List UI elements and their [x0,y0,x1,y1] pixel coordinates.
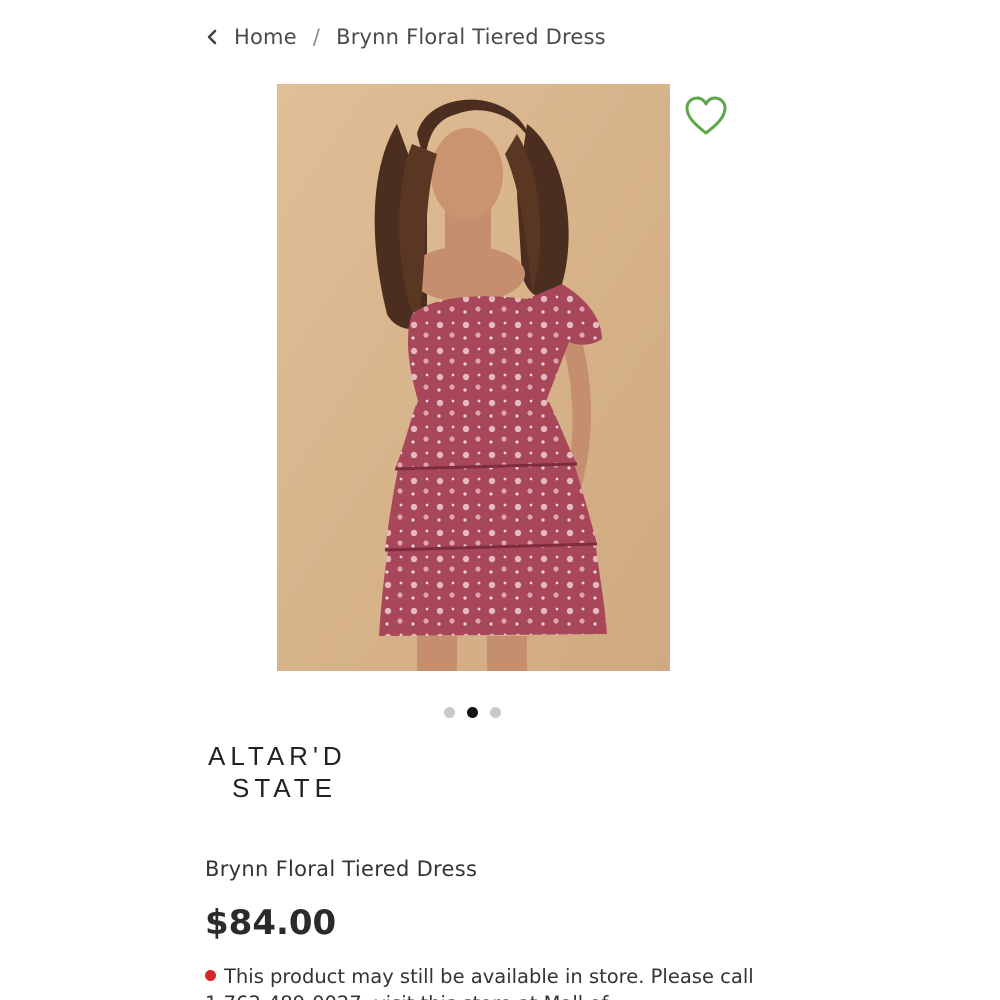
breadcrumb: Home / Brynn Floral Tiered Dress [206,22,606,52]
carousel-dot[interactable] [490,707,501,718]
carousel-dots [444,707,501,718]
carousel-dot-active[interactable] [467,707,478,718]
heart-outline-icon[interactable] [683,95,729,137]
breadcrumb-current: Brynn Floral Tiered Dress [336,25,606,49]
availability-text: This product may still be available in s… [205,965,754,1000]
breadcrumb-home-link[interactable]: Home [234,25,297,49]
brand-logo-line1: ALTAR'D [208,741,347,771]
availability-notice: This product may still be available in s… [205,963,765,1000]
carousel-dot[interactable] [444,707,455,718]
product-price: $84.00 [205,903,337,943]
breadcrumb-separator: / [312,25,321,49]
product-name: Brynn Floral Tiered Dress [205,857,478,881]
brand-logo[interactable]: ALTAR'D STATE [208,740,378,804]
product-page: Home / Brynn Floral Tiered Dress ALTAR'D… [0,0,1000,1000]
chevron-left-icon[interactable] [206,27,220,47]
product-image[interactable] [277,84,670,671]
availability-status-icon [205,970,216,981]
brand-logo-line2: STATE [232,773,337,803]
